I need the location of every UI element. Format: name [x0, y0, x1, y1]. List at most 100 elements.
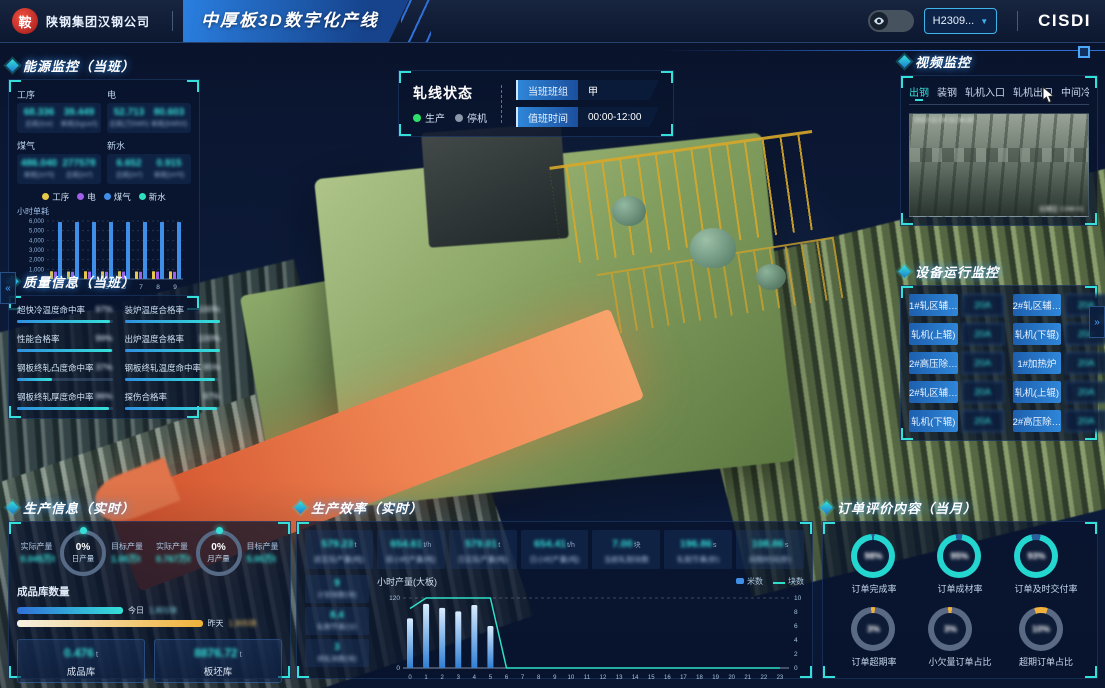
legend-label: 煤气: [114, 192, 131, 202]
panel-icon: [820, 501, 833, 514]
device-button[interactable]: 轧机(下辊): [909, 410, 958, 432]
legend-item: 工序: [42, 191, 69, 203]
collapse-left-handle[interactable]: «: [0, 272, 16, 304]
legend-item-stopped: 停机: [455, 110, 487, 125]
group-name: 煤气: [17, 139, 101, 152]
metric-value: 68.336: [19, 107, 59, 118]
order-gauge: 3%订单超期率: [851, 607, 896, 668]
company-logo-icon: 鞍: [12, 8, 38, 34]
svg-text:17: 17: [680, 675, 687, 681]
metric-unit: 总耗(m³): [109, 170, 149, 180]
stat-card: 108.86s间隙时间(秒): [736, 530, 804, 569]
svg-text:19: 19: [712, 675, 719, 681]
order-gauge: 98%订单完成率: [851, 534, 896, 595]
quality-item: 钢板终轧凸度命中率37%: [17, 362, 113, 381]
device-button[interactable]: 轧机(上辊): [1013, 381, 1062, 403]
plate-select[interactable]: H2309... ▼: [924, 8, 998, 34]
stock-title: 成品库数量: [17, 584, 282, 599]
eye-icon: [870, 12, 888, 30]
legend-dot: [139, 193, 146, 200]
device-value: 20A: [962, 323, 1004, 345]
device-button[interactable]: 1#加热炉: [1013, 352, 1062, 374]
cctv-camera-label: 出钢区 CAM-01: [1039, 203, 1084, 213]
progress-bar: [17, 349, 112, 352]
devices-panel: 设备运行监控 1#轧区辅…20A 2#轧区辅…20A 轧机(上辊)20A 轧机(…: [900, 262, 1098, 441]
side-stat: 8.4轧制节奏(分): [305, 607, 369, 635]
stat-card: 196.86s轧制节奏(秒): [664, 530, 732, 569]
status-dot-green: [413, 114, 421, 122]
donut-ring: 3%: [851, 607, 895, 651]
stock-bar-today: 今日1,801块: [17, 604, 282, 617]
cctv-feed[interactable]: 2023-11-08 11:36:28 出钢区 CAM-01: [909, 113, 1089, 217]
progress-ring: 0%日产量: [60, 530, 106, 576]
chevrons-left-icon: «: [5, 283, 11, 294]
quality-label: 超快冷温度命中率: [17, 304, 85, 316]
decorative-node: [1078, 46, 1090, 58]
panel-title: 生产信息（实时）: [23, 498, 135, 517]
svg-text:13: 13: [616, 675, 623, 681]
device-row: 2#轧区辅…20A: [909, 381, 1004, 403]
device-button[interactable]: 2#高压除…: [909, 352, 958, 374]
group-name: 工序: [17, 88, 101, 101]
visibility-toggle[interactable]: [868, 10, 914, 32]
orders-panel: 订单评价内容（当月） 98%订单完成率 95%订单成材率 93%订单及时交付率 …: [822, 498, 1098, 679]
tab-zhuanggang[interactable]: 装钢: [937, 84, 957, 99]
legend-item: 煤气: [104, 191, 131, 203]
svg-text:10: 10: [794, 595, 802, 602]
order-gauge: 3%小欠量订单占比: [928, 607, 991, 668]
svg-text:22: 22: [760, 675, 767, 681]
progress-bar: [125, 378, 216, 381]
svg-text:2: 2: [794, 651, 798, 658]
slab-stock-card: 8876.72t板坯库: [154, 639, 282, 683]
device-value: 20A: [962, 352, 1004, 374]
tab-intercool[interactable]: 中间冷: [1061, 84, 1089, 99]
chart-axis-label: 小时单耗: [17, 206, 191, 217]
tab-chugang[interactable]: 出钢: [909, 84, 929, 99]
svg-text:3,000: 3,000: [29, 248, 45, 254]
group-name: 电: [107, 88, 191, 101]
donut-ring: 95%: [937, 534, 981, 578]
quality-label: 钢板终轧凸度命中率: [17, 362, 94, 374]
quality-value: 37%: [96, 362, 113, 374]
svg-text:6,000: 6,000: [29, 219, 45, 225]
mouse-cursor: [1042, 86, 1058, 109]
stat-card: 654.41t/h日小时产量(吨): [521, 530, 589, 569]
energy-group: 煤气 486.040单耗(m³/t) 277578总耗(m³): [17, 139, 101, 184]
device-button[interactable]: 2#高压除…: [1013, 410, 1062, 432]
device-value: 20A: [962, 410, 1004, 432]
metric-unit: 总耗(tce): [19, 119, 59, 129]
svg-text:21: 21: [744, 675, 751, 681]
svg-text:16: 16: [664, 675, 671, 681]
stat-card: 654.61t/h班小时产量(吨): [377, 530, 445, 569]
quality-item: 装炉温度合格率100%: [125, 304, 221, 323]
video-panel: 视频监控 出钢 装钢 轧机入口 轧机出口 中间冷 电动辊道 2023-11-08…: [900, 52, 1098, 226]
tab-mill-entry[interactable]: 轧机入口: [965, 84, 1005, 99]
metric-value: 80.603: [149, 107, 189, 118]
device-button[interactable]: 轧机(上辊): [909, 323, 958, 345]
svg-text:5,000: 5,000: [29, 229, 45, 235]
quality-label: 装炉温度合格率: [125, 304, 185, 316]
panel-title: 视频监控: [915, 52, 971, 71]
donut-ring: 93%: [1014, 534, 1058, 578]
legend-item-production: 生产: [413, 110, 445, 125]
collapse-right-handle[interactable]: »: [1089, 306, 1105, 338]
device-button[interactable]: 2#轧区辅…: [1013, 294, 1062, 316]
panel-icon: [294, 501, 307, 514]
quality-panel: 质量信息（当班） 超快冷温度命中率97% 装炉温度合格率100% 性能合格率99…: [8, 272, 200, 419]
device-button[interactable]: 轧机(下辊): [1013, 323, 1062, 345]
device-button[interactable]: 1#轧区辅…: [909, 294, 958, 316]
stat-card: 579.23t班实际产量(吨): [305, 530, 373, 569]
metric-value: 39.449: [59, 107, 99, 118]
metric-value: 6.652: [109, 158, 149, 169]
device-row: 1#加热炉20A: [1013, 352, 1105, 374]
metric-value: 0.915: [149, 158, 189, 169]
svg-text:10: 10: [567, 675, 574, 681]
svg-text:2: 2: [440, 675, 444, 681]
chevrons-right-icon: »: [1094, 317, 1100, 328]
svg-text:6: 6: [505, 675, 509, 681]
divider: [172, 11, 173, 31]
dashboard: 鞍 陕钢集团汉钢公司 中厚板3D数字化产线 H2309... ▼ CISDI 能…: [0, 0, 1105, 688]
energy-group: 新水 6.652总耗(m³) 0.915单耗(m³/t): [107, 139, 191, 184]
company-name: 陕钢集团汉钢公司: [46, 13, 150, 30]
device-button[interactable]: 2#轧区辅…: [909, 381, 958, 403]
